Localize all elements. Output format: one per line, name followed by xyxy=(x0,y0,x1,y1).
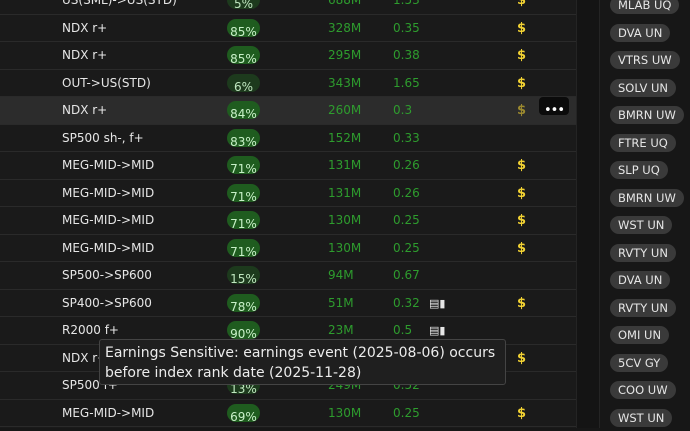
volume-cell: 688M xyxy=(328,0,362,7)
table-row[interactable]: 09-19SP500->SP60015%94M0.67 xyxy=(0,262,576,290)
volume-cell: 94M xyxy=(328,268,354,282)
volume-cell: 131M xyxy=(328,185,362,200)
table-row[interactable]: 09-19SP400->SP60078%51M0.32▤▮$ xyxy=(0,290,576,317)
volume-cell: 51M xyxy=(328,295,354,310)
dollar-icon[interactable]: $ xyxy=(517,42,526,69)
value-cell: 0.33 xyxy=(393,130,420,145)
table-row[interactable]: 11-24OUT->US(STD)6%343M1.65$ xyxy=(0,70,576,97)
dollar-icon[interactable]: $ xyxy=(517,400,526,427)
ticker-badge[interactable]: BMRN UW xyxy=(610,106,684,124)
event-description: NDX r+ xyxy=(62,20,108,35)
dollar-icon[interactable]: $ xyxy=(517,97,526,124)
table-row[interactable]: 12-19NDX r+85%295M0.38$ xyxy=(0,42,576,70)
value-cell: 0.25 xyxy=(393,213,420,227)
dollar-icon[interactable]: $ xyxy=(517,152,526,179)
ticker-column: MLAB UQ DVA UN VTRS UW SOLV UN BMRN UW FTRE U… xyxy=(600,0,690,428)
value-cell: 0.26 xyxy=(393,158,420,172)
value-cell: 0.38 xyxy=(393,48,420,62)
ticker-badge[interactable]: DVA UN xyxy=(610,271,671,289)
ticker-badge[interactable]: DVA UN xyxy=(610,23,671,42)
value-cell: 0.3 xyxy=(393,103,413,117)
value-cell: 1.65 xyxy=(393,75,420,90)
ticker-badge[interactable]: MLAB UQ xyxy=(610,0,680,14)
table-row[interactable]: 09-17MEG-MID->MID71%131M0.26$ xyxy=(0,152,576,180)
column-divider xyxy=(576,0,600,428)
dollar-icon[interactable]: $ xyxy=(517,345,526,372)
table-row[interactable]: 09-23MEG-MID->MID69%130M0.25$ xyxy=(0,400,576,427)
value-cell: 1.53 xyxy=(393,0,420,7)
event-description: MEG-MID->MID xyxy=(62,158,155,172)
ticker-badge[interactable]: COO UW xyxy=(610,381,676,399)
tooltip-line-2: before index rank date (2025-11-28) xyxy=(105,365,362,381)
dollar-icon[interactable]: $ xyxy=(517,180,526,207)
table-row[interactable]: 09-22MEG-MID->MID71%130M0.25$ xyxy=(0,235,576,262)
dollar-icon[interactable]: $ xyxy=(517,207,526,234)
tooltip-line-1: Earnings Sensitive: earnings event (2025… xyxy=(105,345,496,361)
volume-cell: 130M xyxy=(328,213,362,227)
volume-cell: 328M xyxy=(328,20,362,35)
ticker-badge[interactable]: BMRN UW xyxy=(610,188,684,207)
ticker-badge[interactable]: VTRS UW xyxy=(610,51,680,69)
volume-cell: 295M xyxy=(328,48,362,62)
ticker-badge[interactable]: RVTY UN xyxy=(610,243,676,262)
event-description: NDX r+ xyxy=(62,48,108,62)
event-description: MEG-MID->MID xyxy=(62,213,155,227)
dollar-icon[interactable]: $ xyxy=(517,15,526,42)
value-cell: 0.35 xyxy=(393,20,420,35)
volume-cell: 130M xyxy=(328,240,362,255)
table-row[interactable]: 09-19MEG-MID->MID71%130M0.25$ xyxy=(0,207,576,235)
volume-cell: 343M xyxy=(328,75,362,90)
earnings-flag-icon[interactable]: ▤▮ xyxy=(429,290,445,317)
ticker-badge[interactable]: FTRE UQ xyxy=(610,133,676,152)
value-cell: 0.25 xyxy=(393,240,420,255)
volume-cell: 152M xyxy=(328,130,362,145)
ticker-badge[interactable]: WST UN xyxy=(610,216,673,234)
table-row[interactable]: 12-19NDX r+85%328M0.35$ xyxy=(0,15,576,42)
table-row[interactable]: 09-19SP500 sh-, f+83%152M0.33 xyxy=(0,125,576,152)
event-description: NDX r+ xyxy=(62,103,108,117)
event-description: MEG-MID->MID xyxy=(62,405,155,420)
dollar-icon[interactable]: $ xyxy=(517,235,526,262)
table-row[interactable]: 09-18MEG-MID->MID71%131M0.26$ xyxy=(0,180,576,207)
ticker-badge[interactable]: WST UN xyxy=(610,408,673,427)
ticker-badge[interactable]: SLP UQ xyxy=(610,161,668,179)
table-row[interactable]: 12-27US(SML)->US(STD)5%688M1.53$ xyxy=(0,0,576,15)
event-description: MEG-MID->MID xyxy=(62,240,155,255)
table-row[interactable]: 12-19NDX r+84%260M0.3$••• xyxy=(0,97,576,125)
earnings-tooltip: Earnings Sensitive: earnings event (2025… xyxy=(99,339,506,385)
ticker-badge[interactable]: OMI UN xyxy=(610,326,670,344)
event-description: OUT->US(STD) xyxy=(62,75,151,90)
volume-cell: 131M xyxy=(328,158,362,172)
ticker-badge[interactable]: 5CV GY xyxy=(610,353,669,372)
dollar-icon[interactable]: $ xyxy=(517,290,526,317)
dollar-icon[interactable]: $ xyxy=(517,70,526,97)
value-cell: 0.67 xyxy=(393,268,420,282)
event-description: SP400->SP600 xyxy=(62,295,152,310)
more-options-button[interactable]: ••• xyxy=(539,97,569,118)
event-description: MEG-MID->MID xyxy=(62,185,155,200)
event-description: SP500 sh-, f+ xyxy=(62,130,144,145)
volume-cell: 260M xyxy=(328,103,362,117)
event-description: US(SML)->US(STD) xyxy=(62,0,177,7)
event-description: SP500->SP600 xyxy=(62,268,152,282)
value-cell: 0.26 xyxy=(393,185,420,200)
volume-cell: 130M xyxy=(328,405,362,420)
value-cell: 0.25 xyxy=(393,405,420,420)
ticker-badge[interactable]: RVTY UN xyxy=(610,298,676,317)
value-cell: 0.32 xyxy=(393,295,420,310)
ticker-badge[interactable]: SOLV UN xyxy=(610,78,677,97)
dollar-icon[interactable]: $ xyxy=(517,0,526,14)
